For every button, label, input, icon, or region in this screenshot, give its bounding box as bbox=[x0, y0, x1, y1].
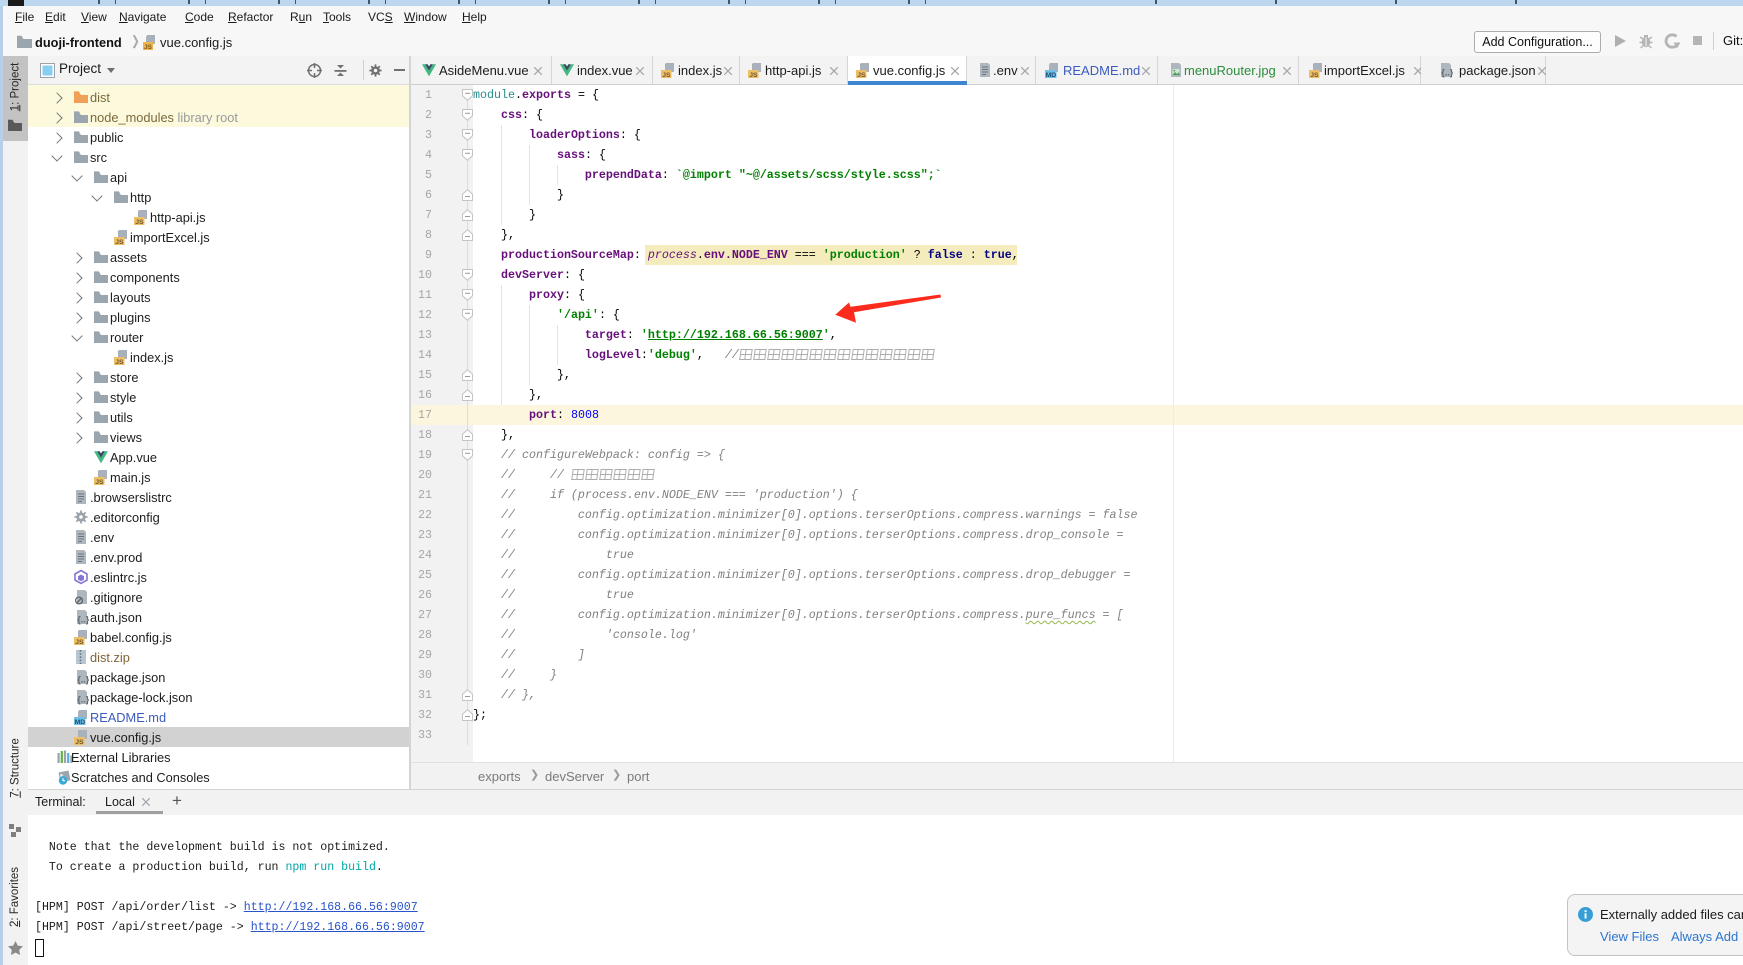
svg-text:JS: JS bbox=[144, 44, 153, 50]
